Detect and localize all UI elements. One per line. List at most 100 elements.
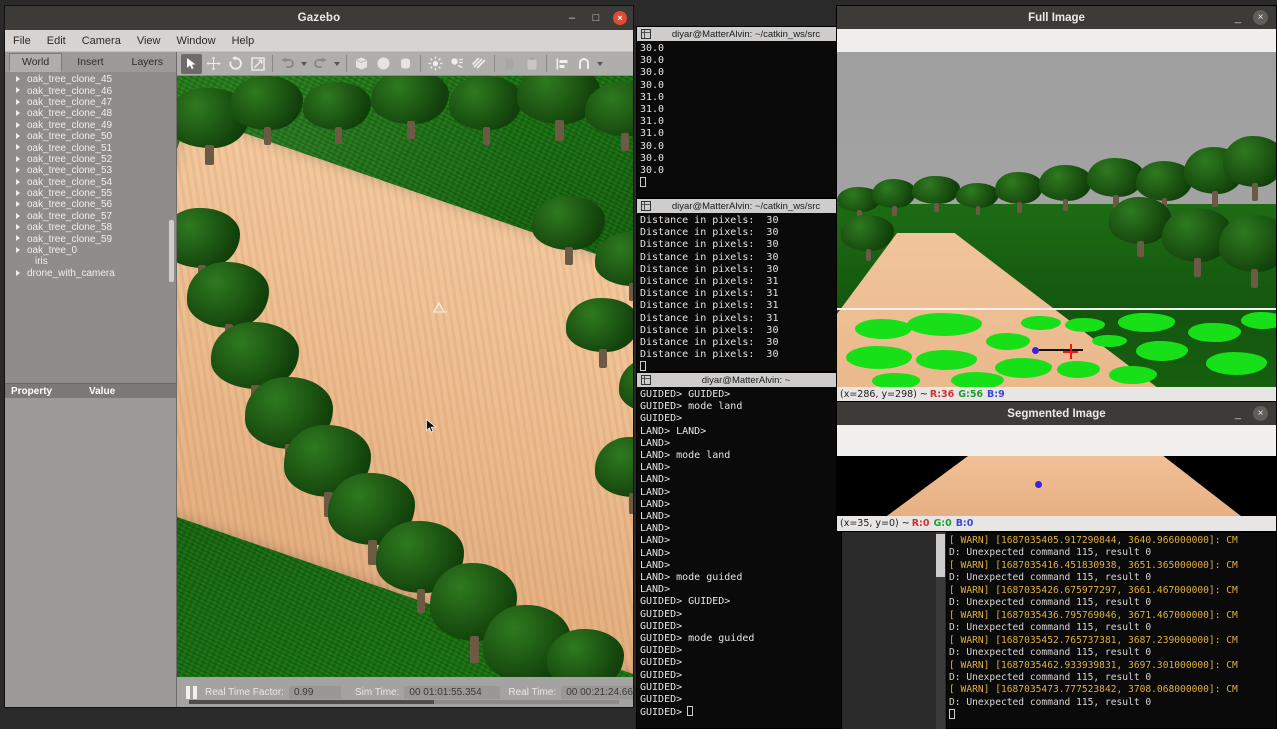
log-line: D: Unexpected command 115, result 0 [949,622,1152,634]
tree-item[interactable]: oak_tree_clone_45 [5,74,176,85]
terminal-window-1[interactable]: diyar@MatterAlvin: ~/catkin_ws/src 30.0 … [636,26,842,198]
tree-item[interactable]: drone_with_camera [5,268,176,279]
tree-item[interactable]: oak_tree_clone_59 [5,233,176,245]
tree-item[interactable]: oak_tree_clone_47 [5,97,176,108]
menu-view[interactable]: View [137,35,161,47]
paste-icon[interactable] [521,54,542,74]
minimize-icon[interactable]: – [565,11,579,25]
tree-item[interactable]: iris [5,256,176,267]
terminal-window-2[interactable]: diyar@MatterAlvin: ~/catkin_ws/src Dista… [636,198,842,372]
rotate-icon[interactable] [225,54,246,74]
terminal-line: LAND> mode guided [640,572,743,584]
segmented-image-canvas[interactable] [837,425,1276,516]
tree-item[interactable]: oak_tree_clone_52 [5,154,176,165]
menu-window[interactable]: Window [176,35,215,47]
chevron-right-icon [16,201,20,208]
terminal-cursor-line [949,709,1276,722]
world-tree[interactable]: oak_tree_clone_45 oak_tree_clone_46 oak_… [5,72,177,383]
tree-item[interactable]: oak_tree_clone_50 [5,131,176,142]
tree-item-label: oak_tree_clone_53 [27,165,113,177]
full-image-canvas[interactable] [837,29,1276,387]
maximize-icon[interactable]: □ [589,11,603,25]
terminal-line: Distance in pixels: 30 [640,337,779,349]
minimize-icon[interactable]: _ [1235,12,1241,23]
copy-icon[interactable] [499,54,520,74]
terminal-line: LAND> [640,547,671,559]
tree-scrollbar[interactable] [169,220,175,282]
toolbar-overflow-icon[interactable] [595,54,605,74]
tree-item[interactable]: oak_tree_clone_55 [5,188,176,199]
terminal-line: Distance in pixels: 31 [640,312,779,324]
terminal-line: 31.0 [640,104,665,116]
tree-canopy [872,179,916,216]
pause-icon[interactable] [183,684,199,700]
menu-edit[interactable]: Edit [47,35,66,47]
gazebo-3d-viewport[interactable] [177,76,633,677]
terminal-icon [640,375,651,386]
sphere-icon[interactable] [373,54,394,74]
tab-insert[interactable]: Insert [64,53,117,72]
terminal-line: Distance in pixels: 30 [640,215,779,226]
tree-item[interactable]: oak_tree_clone_46 [5,85,176,97]
tree-item[interactable]: oak_tree_clone_53 [5,165,176,176]
minimize-icon[interactable]: _ [1235,408,1241,419]
terminal-1-title: diyar@MatterAlvin: ~/catkin_ws/src [671,28,821,40]
menu-file[interactable]: File [13,35,31,47]
tree-item[interactable]: oak_tree_clone_56 [5,199,176,210]
redo-dropdown-icon[interactable] [332,54,342,74]
tree-item[interactable]: oak_tree_clone_58 [5,222,176,233]
warn-log-scrollbar[interactable] [936,532,945,729]
tab-world[interactable]: World [9,53,63,72]
log-line: [ WARN] [1687035426.675977297, 3661.4670… [949,584,1238,596]
terminal-prompt: GUIDED> [640,707,683,719]
terminal-3-output[interactable]: GUIDED> GUIDED> GUIDED> mode land GUIDED… [637,387,841,728]
close-icon[interactable]: × [1253,10,1268,25]
redo-icon[interactable] [310,54,331,74]
terminal-2-output[interactable]: Distance in pixels: 30 Distance in pixel… [637,213,841,371]
point-light-icon[interactable] [425,54,446,74]
tree-item[interactable]: oak_tree_clone_49 [5,120,176,131]
timeline-scrollbar[interactable] [189,700,620,704]
real-time-factor-label: Real Time Factor: [205,686,284,698]
terminal-line: Distance in pixels: 30 [640,349,779,361]
close-icon[interactable]: × [1253,406,1268,421]
spot-light-icon[interactable] [447,54,468,74]
close-icon[interactable]: × [613,11,627,25]
directional-light-icon[interactable] [469,54,490,74]
translate-icon[interactable] [203,54,224,74]
segmented-image-statusbar: (x=35, y=0) ~ R:0 G:0 B:0 [837,516,1276,531]
gazebo-titlebar: Gazebo – □ × [5,6,633,30]
terminal-line: LAND> [640,511,671,523]
undo-dropdown-icon[interactable] [299,54,309,74]
align-icon[interactable] [551,54,572,74]
green-channel-value: G:56 [958,389,984,400]
tree-canopy [546,628,625,677]
tab-layers[interactable]: Layers [118,53,177,72]
cylinder-icon[interactable] [395,54,416,74]
tree-item[interactable]: oak_tree_clone_48 [5,108,176,119]
undo-icon[interactable] [277,54,298,74]
log-line: [ WARN] [1687035416.451830938, 3651.3650… [949,559,1238,571]
menu-help[interactable]: Help [232,35,255,47]
terminal-line: GUIDED> [640,645,683,657]
snap-icon[interactable] [573,54,594,74]
segment-blob [916,350,978,371]
tree-item[interactable]: oak_tree_clone_51 [5,142,176,154]
chevron-right-icon [16,144,20,151]
log-line: [ WARN] [1687035473.777523842, 3708.0680… [949,684,1238,696]
tree-item[interactable]: oak_tree_clone_54 [5,177,176,188]
tree-item[interactable]: oak_tree_clone_57 [5,211,176,222]
terminal-icon [640,201,651,212]
warn-log-terminal[interactable]: [ WARN] [1687035405.917290844, 3640.9660… [946,532,1277,729]
select-arrow-icon[interactable] [181,53,203,74]
menu-camera[interactable]: Camera [82,35,121,47]
tree-item[interactable]: oak_tree_0 [5,245,176,256]
segmentation-overlay [837,308,1276,387]
drone-model[interactable] [427,301,453,316]
log-line: [ WARN] [1687035436.795769046, 3671.4670… [949,609,1238,621]
scale-icon[interactable] [247,54,268,74]
terminal-line: 30.0 [640,79,665,91]
box-icon[interactable] [351,54,372,74]
terminal-window-3[interactable]: diyar@MatterAlvin: ~ GUIDED> GUIDED> GUI… [636,372,842,729]
terminal-1-output[interactable]: 30.0 30.0 30.0 30.0 31.0 31.0 31.0 31.0 … [637,41,841,197]
